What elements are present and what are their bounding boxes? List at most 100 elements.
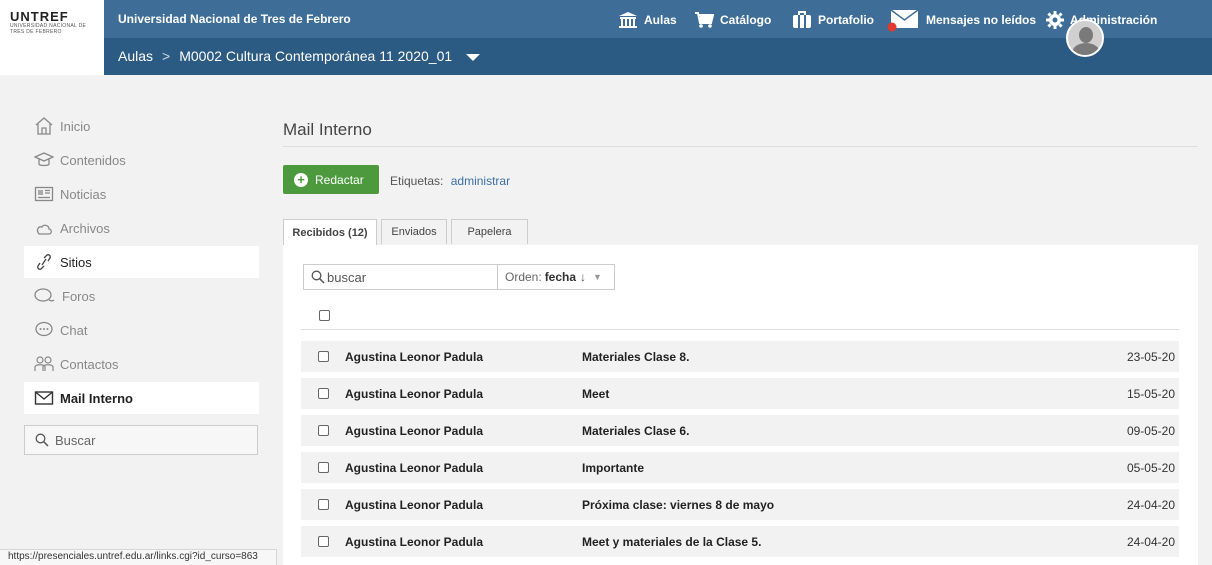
- logo-subtitle: Universidad Nacional de Tres de Febrero: [10, 23, 87, 35]
- sidebar-item-label: Archivos: [60, 220, 110, 236]
- newspaper-icon: [34, 186, 54, 202]
- message-date: 23-05-20: [1126, 350, 1175, 364]
- nav-aulas[interactable]: Aulas: [618, 10, 677, 30]
- nav-catalogo[interactable]: Catálogo: [694, 10, 771, 30]
- labels-row: Etiquetas: administrar: [390, 174, 510, 188]
- sidebar-item-foros[interactable]: Foros: [24, 280, 259, 312]
- plus-icon: +: [294, 172, 308, 187]
- message-from: Agustina Leonor Padula: [345, 387, 484, 401]
- message-date: 09-05-20: [1126, 424, 1175, 438]
- message-subject[interactable]: Importante: [582, 461, 644, 475]
- message-checkbox[interactable]: [318, 462, 329, 473]
- sidebar-item-label: Chat: [60, 322, 88, 338]
- inbox-panel: buscar Orden: fecha ↓ ▼ Agustina Leonor …: [283, 245, 1198, 565]
- labels-prefix: Etiquetas:: [390, 174, 444, 188]
- university-logo[interactable]: UNTREF Universidad Nacional de Tres de F…: [0, 0, 104, 75]
- tab-enviados[interactable]: Enviados: [381, 219, 447, 244]
- status-url: https://presenciales.untref.edu.ar/links…: [0, 549, 277, 565]
- search-input[interactable]: buscar: [303, 264, 498, 290]
- top-bar: UNTREF Universidad Nacional de Tres de F…: [0, 0, 1212, 75]
- sidebar-search-button[interactable]: Buscar: [24, 425, 258, 455]
- message-from: Agustina Leonor Padula: [345, 350, 484, 364]
- cloud-icon: [36, 224, 52, 235]
- page-title: Mail Interno: [283, 120, 372, 139]
- message-subject[interactable]: Materiales Clase 8.: [582, 350, 689, 364]
- sidebar-item-inicio[interactable]: Inicio: [24, 110, 259, 142]
- message-from: Agustina Leonor Padula: [345, 535, 484, 549]
- tab-papelera[interactable]: Papelera: [451, 219, 528, 244]
- message-row[interactable]: Agustina Leonor Padula Importante 05-05-…: [301, 452, 1179, 483]
- sidebar-item-chat[interactable]: Chat: [24, 314, 259, 346]
- sidebar-item-sitios[interactable]: Sitios: [24, 246, 259, 278]
- sidebar-item-contenidos[interactable]: Contenidos: [24, 144, 259, 176]
- nav-administracion[interactable]: Administración: [1046, 10, 1157, 30]
- list-divider: [301, 329, 1179, 330]
- message-date: 05-05-20: [1126, 461, 1175, 475]
- nav-mensajes[interactable]: Mensajes no leídos: [886, 9, 1036, 32]
- sidebar-item-label: Noticias: [60, 186, 107, 202]
- breadcrumb-root[interactable]: Aulas: [118, 48, 153, 64]
- message-checkbox[interactable]: [318, 351, 329, 362]
- compose-button[interactable]: + Redactar: [283, 165, 379, 194]
- cart-icon: [695, 12, 714, 28]
- message-row[interactable]: Agustina Leonor Padula Materiales Clase …: [301, 341, 1179, 372]
- sort-arrow-icon: ↓: [580, 270, 587, 284]
- mail-icon: [34, 391, 54, 405]
- gear-icon: [1046, 11, 1064, 29]
- graduation-cap-icon: [34, 152, 54, 167]
- message-subject[interactable]: Materiales Clase 6.: [582, 424, 689, 438]
- breadcrumb-separator: >: [162, 48, 171, 64]
- briefcase-icon: [793, 11, 811, 28]
- sidebar-item-archivos[interactable]: Archivos: [24, 212, 259, 244]
- message-checkbox[interactable]: [318, 536, 329, 547]
- message-date: 15-05-20: [1126, 387, 1175, 401]
- link-icon: [37, 254, 51, 270]
- sidebar-item-label: Contactos: [60, 356, 119, 372]
- chevron-down-icon[interactable]: [466, 53, 481, 61]
- sidebar-item-label: Inicio: [60, 118, 91, 134]
- message-date: 24-04-20: [1126, 498, 1175, 512]
- sidebar-item-noticias[interactable]: Noticias: [24, 178, 259, 210]
- message-row[interactable]: Agustina Leonor Padula Meet 15-05-20: [301, 378, 1179, 409]
- sidebar-item-label: Foros: [62, 288, 96, 304]
- chevron-down-icon: ▼: [593, 272, 602, 282]
- nav-aulas-label: Aulas: [644, 13, 677, 27]
- breadcrumb-bar: Aulas > M0002 Cultura Contemporánea 11 2…: [104, 38, 1212, 75]
- search-placeholder: buscar: [327, 269, 367, 285]
- message-checkbox[interactable]: [318, 425, 329, 436]
- message-subject[interactable]: Próxima clase: viernes 8 de mayo: [582, 498, 774, 512]
- chat-bubbles-icon: [34, 288, 55, 302]
- sidebar-item-contactos[interactable]: Contactos: [24, 348, 259, 380]
- sidebar-item-mail-interno[interactable]: Mail Interno: [24, 382, 259, 414]
- message-row[interactable]: Agustina Leonor Padula Materiales Clase …: [301, 415, 1179, 446]
- tab-recibidos[interactable]: Recibidos (12): [283, 219, 377, 246]
- order-select[interactable]: Orden: fecha ↓ ▼: [497, 264, 615, 290]
- labels-manage-link[interactable]: administrar: [451, 174, 510, 188]
- nav-catalogo-label: Catálogo: [720, 13, 772, 27]
- sidebar-item-label: Contenidos: [60, 152, 126, 168]
- message-date: 24-04-20: [1126, 535, 1175, 549]
- message-row[interactable]: Agustina Leonor Padula Próxima clase: vi…: [301, 489, 1179, 520]
- people-icon: [34, 356, 54, 371]
- message-from: Agustina Leonor Padula: [345, 424, 484, 438]
- home-icon: [35, 117, 53, 135]
- select-all-checkbox[interactable]: [319, 310, 330, 321]
- compose-label: Redactar: [315, 172, 364, 187]
- title-divider: [283, 146, 1198, 147]
- sidebar-search-label: Buscar: [55, 432, 96, 448]
- message-checkbox[interactable]: [318, 499, 329, 510]
- sidebar-item-label: Mail Interno: [60, 390, 133, 406]
- breadcrumb: Aulas > M0002 Cultura Contemporánea 11 2…: [118, 48, 481, 64]
- order-value: fecha: [544, 270, 577, 284]
- message-subject[interactable]: Meet y materiales de la Clase 5.: [582, 535, 761, 549]
- envelope-icon: [887, 9, 919, 32]
- nav-portafolio[interactable]: Portafolio: [792, 10, 874, 30]
- site-name[interactable]: Universidad Nacional de Tres de Febrero: [118, 12, 351, 26]
- breadcrumb-current[interactable]: M0002 Cultura Contemporánea 11 2020_01: [179, 48, 452, 64]
- message-checkbox[interactable]: [318, 388, 329, 399]
- search-icon: [311, 270, 325, 284]
- message-row[interactable]: Agustina Leonor Padula Meet y materiales…: [301, 526, 1179, 557]
- avatar[interactable]: [1066, 19, 1104, 57]
- message-subject[interactable]: Meet: [582, 387, 609, 401]
- building-icon: [619, 12, 637, 28]
